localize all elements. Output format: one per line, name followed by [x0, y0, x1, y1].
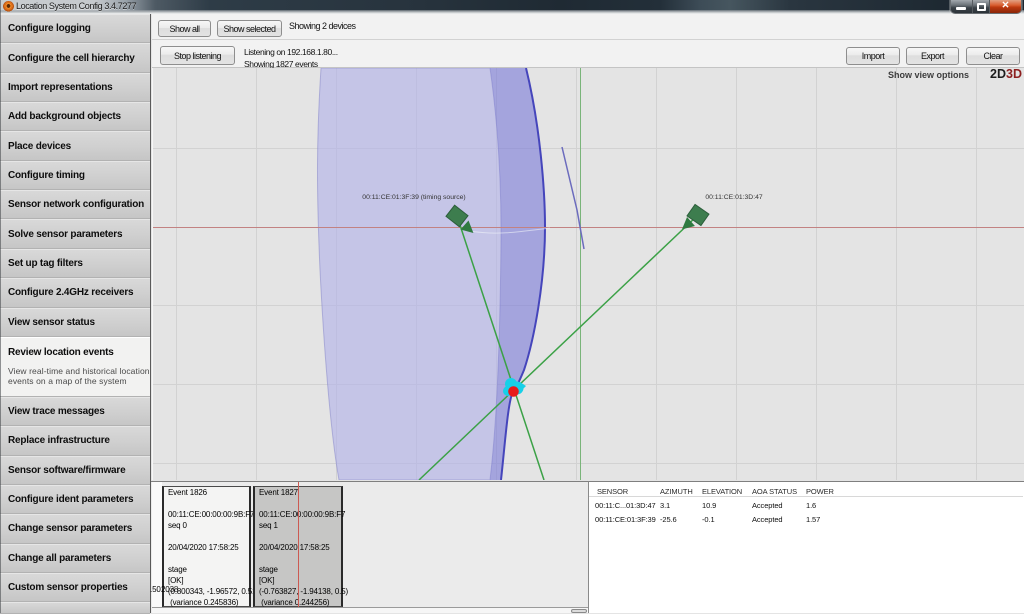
svg-text:00:11:CE:01:3D:47: 00:11:CE:01:3D:47 [705, 194, 763, 201]
svg-text:00:11:CE:01:3F:39 (timing sour: 00:11:CE:01:3F:39 (timing source) [362, 194, 465, 201]
